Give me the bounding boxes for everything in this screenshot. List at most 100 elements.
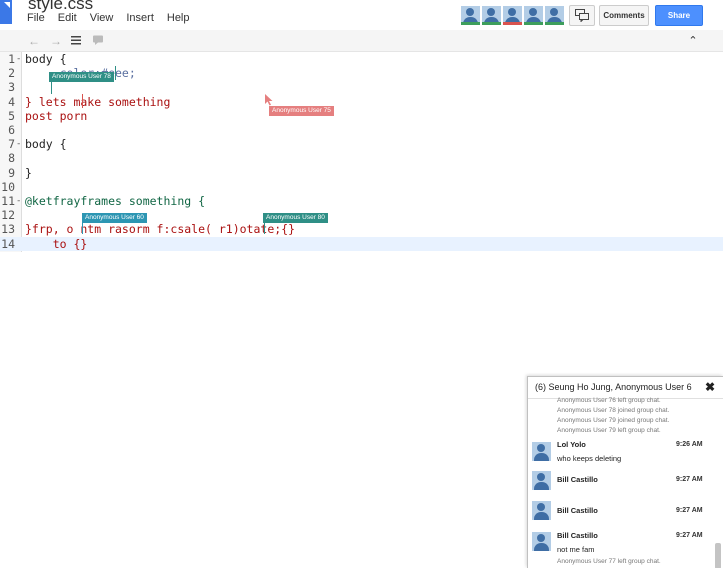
code-text[interactable]: } lets make something [25, 95, 170, 109]
avatar[interactable] [482, 6, 501, 25]
message-time: 9:26 AM [676, 441, 703, 448]
line-number: 12 [1, 208, 15, 223]
message-text: who keeps deleting [557, 454, 622, 463]
collaborator-caret [82, 94, 83, 108]
collapse-icon[interactable]: ⌃ [686, 34, 700, 48]
message-author: Lol Yolo [557, 440, 586, 449]
code-editor[interactable]: 1-body {2 -color:#eee;34} lets make some… [0, 52, 723, 252]
menu-help[interactable]: Help [167, 12, 190, 24]
code-line[interactable]: 9} [0, 166, 723, 180]
presence-bar [503, 22, 522, 25]
code-line[interactable]: 8 [0, 151, 723, 165]
line-number: 14 [1, 236, 15, 251]
code-text[interactable]: to {} [25, 237, 88, 251]
fold-toggle-icon[interactable]: - [16, 52, 22, 66]
chat-bubbles-icon [575, 9, 589, 22]
collaborator-caret [82, 220, 83, 234]
menu-file[interactable]: File [27, 12, 45, 24]
collaborator-flag: Anonymous User 80 [263, 213, 328, 223]
collaborator-avatars [461, 6, 566, 25]
system-message: Anonymous User 78 joined group chat. [557, 407, 670, 414]
system-message: Anonymous User 79 left group chat. [557, 427, 661, 434]
menu-view[interactable]: View [90, 12, 114, 24]
list-icon[interactable] [69, 34, 83, 48]
code-text[interactable]: }frp, o ntm rasorm f:csale( r1)otate;{} [25, 222, 295, 236]
avatar[interactable] [503, 6, 522, 25]
code-line[interactable]: 14 to {} [0, 236, 723, 251]
presence-bar [461, 22, 480, 25]
back-arrow-icon[interactable]: ← [27, 34, 41, 48]
code-text[interactable]: } [25, 166, 32, 180]
line-number: 9 [8, 165, 15, 180]
chat-button[interactable] [569, 5, 595, 26]
avatar[interactable] [524, 6, 543, 25]
collaborator-pointer-icon [265, 94, 273, 106]
close-icon[interactable]: ✖ [705, 380, 715, 394]
code-line[interactable]: 11- @ketfrayframes something { [0, 194, 723, 208]
code-text[interactable]: body { [25, 52, 67, 66]
fold-toggle-icon[interactable]: - [16, 194, 22, 208]
avatar [532, 532, 551, 551]
collaborator-flag: Anonymous User 60 [82, 213, 147, 223]
comments-button[interactable]: Comments [599, 5, 649, 26]
fold-toggle-icon[interactable]: - [16, 137, 22, 151]
code-line[interactable]: 1- body { [0, 52, 723, 66]
collaborator-flag: Anonymous User 78 [49, 72, 114, 82]
line-number: 1 [8, 52, 15, 66]
menu-insert[interactable]: Insert [126, 12, 154, 24]
line-number: 6 [8, 123, 15, 137]
presence-bar [524, 22, 543, 25]
message-author: Bill Castillo [557, 506, 598, 515]
chat-panel[interactable]: (6) Seung Ho Jung, Anonymous User 6 ✖ An… [527, 376, 723, 568]
code-line[interactable]: 13 }frp, o ntm rasorm f:csale( r1)otate;{… [0, 222, 723, 236]
avatar [532, 471, 551, 490]
share-button[interactable]: Share [655, 5, 703, 26]
code-line[interactable]: 10 [0, 180, 723, 194]
presence-bar [482, 22, 501, 25]
code-text[interactable]: @ketfrayframes something { [25, 194, 205, 208]
message-text: not me fam [557, 545, 595, 554]
line-number: 2 [8, 66, 15, 81]
collaborator-caret [51, 80, 52, 94]
line-number: 13 [1, 222, 15, 237]
code-text[interactable]: body { [25, 137, 67, 151]
collaborator-caret [115, 66, 116, 80]
system-message: Anonymous User 77 left group chat. [557, 558, 661, 565]
code-line[interactable]: 6 [0, 123, 723, 137]
avatar[interactable] [545, 6, 564, 25]
message-author: Bill Castillo [557, 475, 598, 484]
app-header: style.css File Edit View Insert Help Com… [0, 0, 723, 30]
code-text[interactable]: post porn [25, 109, 87, 123]
line-number: 3 [8, 80, 15, 95]
presence-bar [545, 22, 564, 25]
avatar[interactable] [461, 6, 480, 25]
code-line[interactable]: 4 } lets make something [0, 95, 723, 109]
chat-scrollbar[interactable] [715, 543, 721, 568]
forward-arrow-icon[interactable]: → [49, 34, 63, 48]
comment-icon[interactable] [91, 34, 105, 48]
system-message: Anonymous User 79 joined group chat. [557, 417, 670, 424]
line-number: 7 [8, 137, 15, 152]
collaborator-caret [264, 220, 265, 234]
toolbar: ← → ⌃ [0, 30, 723, 52]
code-line[interactable]: 3 [0, 80, 723, 94]
collaborator-flag: Anonymous User 75 [269, 106, 334, 116]
line-number: 4 [8, 94, 15, 109]
docs-logo-icon[interactable] [0, 0, 12, 24]
avatar [532, 501, 551, 520]
line-number: 11 [1, 194, 15, 208]
message-author: Bill Castillo [557, 531, 598, 540]
avatar [532, 442, 551, 461]
menu-edit[interactable]: Edit [58, 12, 77, 24]
system-message: Anonymous User 76 left group chat. [557, 397, 661, 404]
chat-header[interactable]: (6) Seung Ho Jung, Anonymous User 6 ✖ [528, 377, 723, 399]
code-line[interactable]: 7- body { [0, 137, 723, 151]
message-time: 9:27 AM [676, 507, 703, 514]
line-number: 10 [1, 179, 15, 194]
line-number: 8 [8, 151, 15, 166]
message-time: 9:27 AM [676, 476, 703, 483]
chat-title: (6) Seung Ho Jung, Anonymous User 6 [535, 382, 692, 392]
menu-bar: File Edit View Insert Help [27, 12, 203, 24]
message-time: 9:27 AM [676, 532, 703, 539]
code-line[interactable]: 5 post porn [0, 109, 723, 123]
